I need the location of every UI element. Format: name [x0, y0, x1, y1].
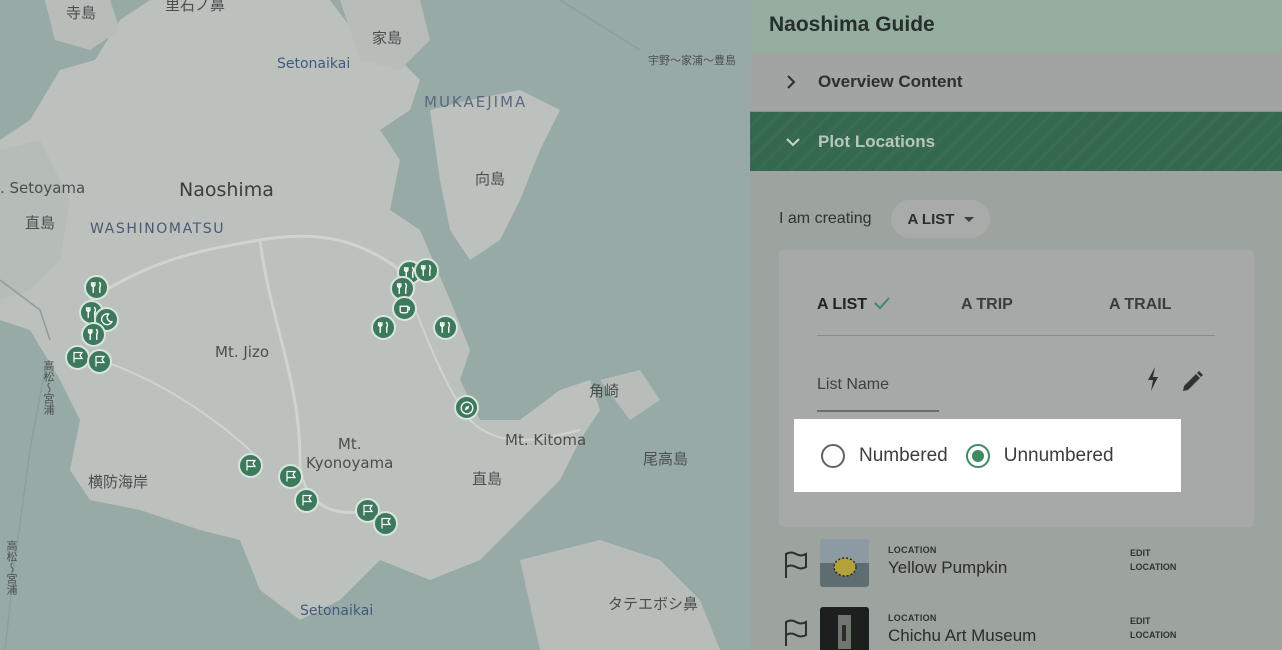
lightning-icon[interactable] [1146, 366, 1160, 397]
radio-numbered-label: Numbered [859, 444, 948, 466]
side-panel: Naoshima Guide Overview Content Plot Loc… [750, 0, 1282, 650]
fork-knife-icon[interactable] [433, 315, 458, 340]
flag-icon[interactable] [783, 619, 809, 650]
fork-knife-icon[interactable] [81, 322, 106, 347]
fork-knife-icon[interactable] [371, 315, 396, 340]
chevron-right-icon [786, 75, 800, 89]
accordion-plot-locations[interactable]: Plot Locations [750, 112, 1282, 171]
creating-row: I am creating A LIST [779, 200, 991, 238]
creating-type-dropdown[interactable]: A LIST [891, 200, 991, 238]
edit-location-button[interactable]: EDIT LOCATION [1130, 614, 1190, 642]
map-label-tatebo: タテエボシ鼻 [608, 595, 699, 613]
map-label-naoshima: Naoshima [179, 179, 274, 201]
map-label-mt-kyonoyama: Mt. Kyonoyama [306, 435, 394, 472]
accordion-overview-content[interactable]: Overview Content [750, 53, 1282, 112]
map-label-mukoshima: 向島 [475, 170, 506, 188]
chevron-down-icon [786, 135, 800, 149]
list-item[interactable]: LOCATION Chichu Art Museum EDIT LOCATION [750, 607, 1282, 650]
radio-unnumbered-label: Unnumbered [1003, 444, 1114, 466]
map-label-naoshima-kanji-left: 直島 [25, 214, 56, 232]
accordion-plot-label: Plot Locations [818, 131, 936, 151]
coffee-cup-icon[interactable] [392, 296, 417, 321]
location-name: Yellow Pumpkin [888, 558, 1008, 577]
radio-numbered-circle[interactable] [821, 443, 845, 468]
tab-a-trail-label: A TRAIL [1109, 296, 1172, 313]
check-icon [873, 296, 891, 315]
list-name-placeholder: List Name [817, 376, 890, 393]
map-label-terashima: 寺島 [66, 4, 97, 22]
tab-a-trail[interactable]: A TRAIL [1109, 296, 1172, 314]
compass-icon[interactable] [454, 395, 479, 420]
radio-unnumbered[interactable]: Unnumbered [965, 443, 1114, 468]
map-label-mt-kitoma: Mt. Kitoma [505, 431, 587, 449]
map-label-top-cut: 里石ノ鼻 [165, 0, 226, 14]
chichu-art-museum-thumbnail [820, 607, 869, 650]
flag-icon[interactable] [65, 345, 90, 370]
map-label-mt-jizo: Mt. Jizo [215, 343, 270, 361]
flag-icon[interactable] [783, 551, 809, 584]
list-name-input[interactable]: List Name [817, 376, 939, 412]
type-tabs: A LIST A TRIP A TRAIL [817, 296, 1215, 336]
map-label-setonaikai-top: Setonaikai [277, 56, 351, 72]
map-label-setoyama: . Setoyama [0, 179, 86, 197]
flag-icon[interactable] [278, 464, 303, 489]
pencil-icon[interactable] [1180, 370, 1204, 399]
radio-unnumbered-circle[interactable] [965, 443, 990, 468]
map-label-odakashima: 尾高島 [643, 450, 689, 468]
panel-header: Naoshima Guide [750, 0, 1282, 53]
tab-a-list[interactable]: A LIST [817, 296, 891, 315]
radio-numbered[interactable]: Numbered [821, 443, 948, 468]
tab-a-trip-label: A TRIP [961, 296, 1013, 313]
fork-knife-icon[interactable] [414, 258, 439, 283]
numbering-radio-group: Numbered Unnumbered [794, 419, 1181, 492]
flag-icon[interactable] [238, 453, 263, 478]
panel-title: Naoshima Guide [769, 13, 935, 36]
creating-type-value: A LIST [907, 210, 955, 228]
map-label-naoshima-kanji-center: 直島 [472, 470, 503, 488]
location-kicker: LOCATION [888, 613, 937, 623]
map-label-mukaejima: MUKAEJIMA [424, 93, 528, 111]
yellow-pumpkin-thumbnail [820, 539, 869, 587]
location-kicker: LOCATION [888, 545, 937, 555]
list-item[interactable]: LOCATION Yellow Pumpkin EDIT LOCATION [750, 539, 1282, 599]
caret-down-icon [964, 216, 975, 222]
map-label-kakuzaki: 角崎 [589, 382, 620, 400]
location-name: Chichu Art Museum [888, 626, 1037, 645]
map-label-setonaikai-bottom: Setonaikai [300, 603, 374, 619]
creating-label: I am creating [779, 210, 872, 227]
tab-a-list-label: A LIST [817, 296, 868, 313]
edit-location-button[interactable]: EDIT LOCATION [1130, 546, 1190, 574]
map[interactable]: 寺島 里石ノ鼻 家島 Setonaikai MUKAEJIMA 宇野～家浦～豊島… [0, 0, 750, 650]
flag-icon[interactable] [373, 511, 398, 536]
map-label-ieshima: 家島 [372, 29, 403, 47]
map-label-uno-route: 宇野～家浦～豊島 [648, 54, 736, 67]
flag-icon[interactable] [87, 349, 112, 374]
accordion-overview-label: Overview Content [818, 72, 963, 91]
map-label-washinomatsu: WASHINOMATSU [90, 221, 226, 237]
tab-a-trip[interactable]: A TRIP [961, 296, 1013, 314]
map-label-route-left-2: 高松～宮浦 [5, 540, 18, 595]
map-label-yokobo: 横防海岸 [88, 473, 149, 491]
flag-icon[interactable] [294, 488, 319, 513]
map-label-route-left: 高松～宮浦 [42, 360, 55, 415]
fork-knife-icon[interactable] [84, 275, 109, 300]
